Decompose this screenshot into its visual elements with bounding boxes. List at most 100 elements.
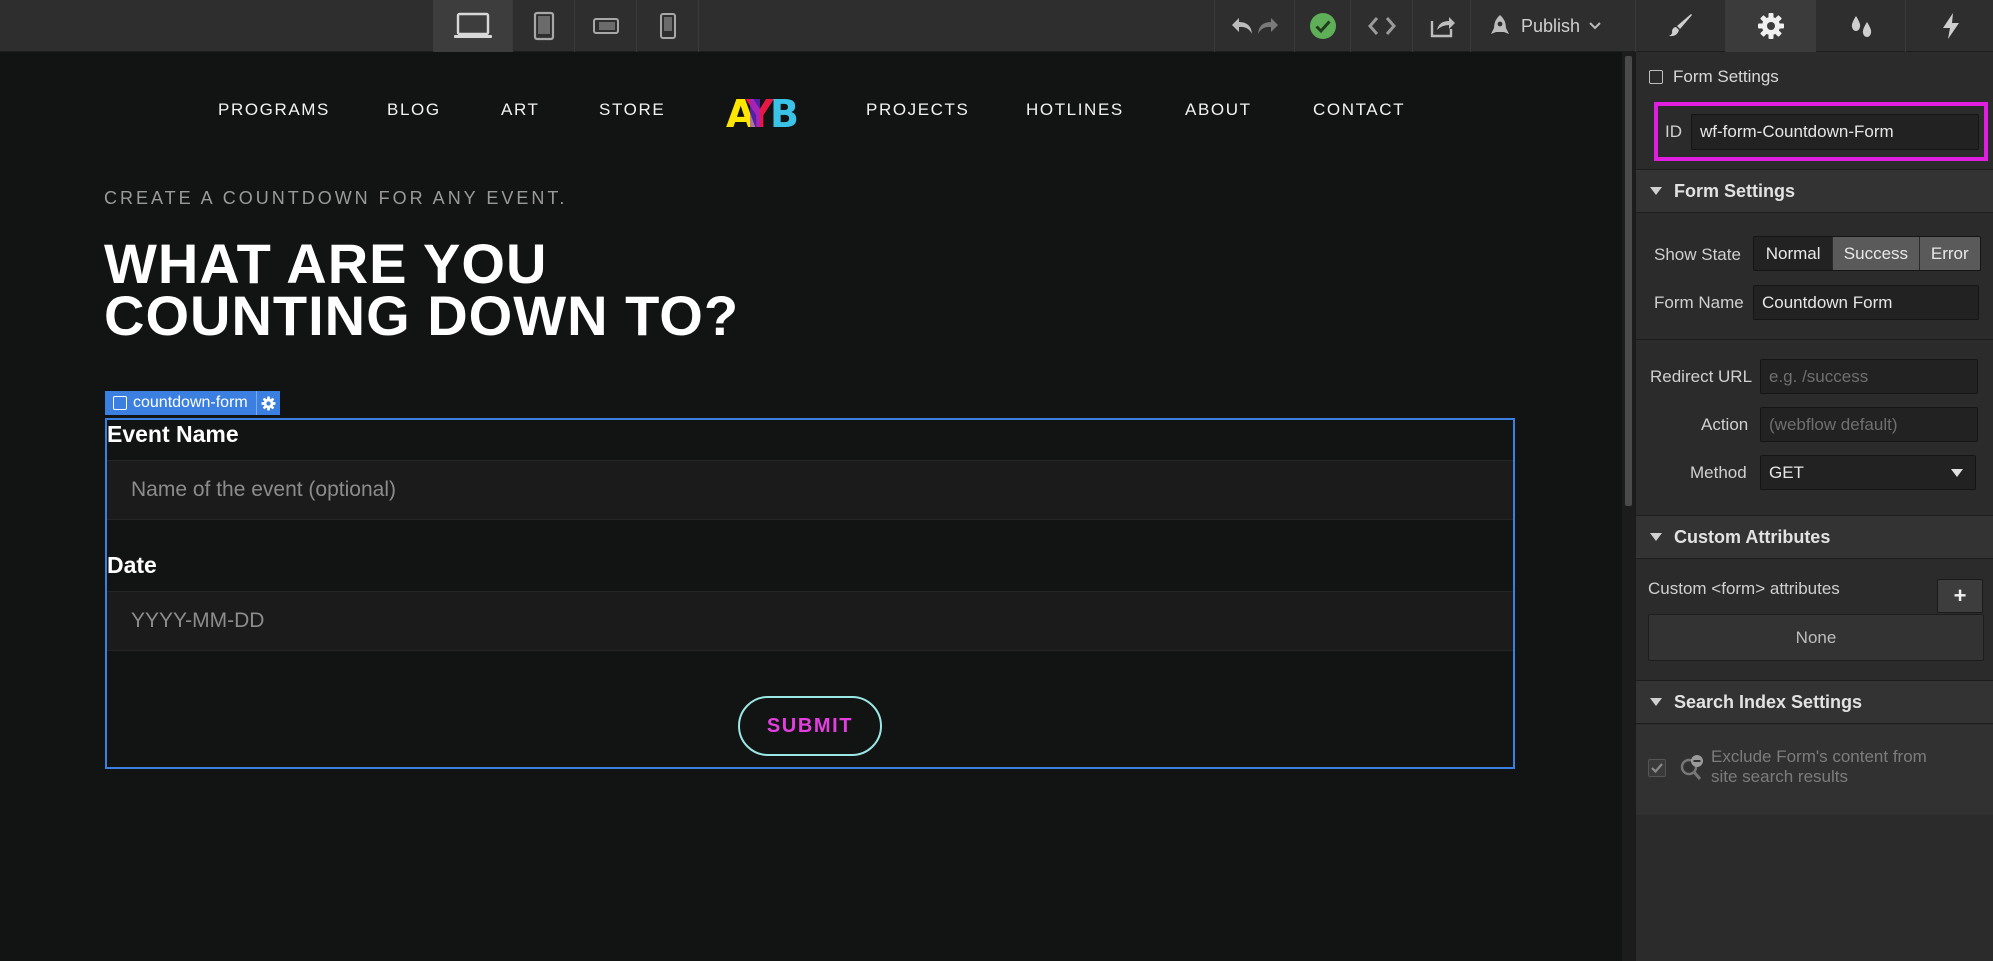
date-label: Date: [107, 552, 157, 578]
check-icon: [1651, 763, 1663, 774]
nav-link-art[interactable]: ART: [501, 100, 540, 120]
selected-element-tag[interactable]: countdown-form: [105, 391, 280, 415]
gear-icon: [1757, 13, 1784, 39]
method-select[interactable]: GET: [1760, 455, 1976, 490]
state-success-button[interactable]: Success: [1832, 237, 1919, 270]
panel-element-header: Form Settings: [1649, 67, 1779, 87]
design-canvas[interactable]: PROGRAMS BLOG ART STORE A Y B PROJECTS H…: [0, 52, 1622, 961]
id-input[interactable]: wf-form-Countdown-Form: [1691, 114, 1979, 150]
exclude-search-line2: site search results: [1711, 767, 1848, 786]
search-exclude-icon: [1680, 755, 1703, 780]
exclude-search-checkbox[interactable]: [1648, 759, 1666, 777]
page-headline: WHAT ARE YOU COUNTING DOWN TO?: [104, 232, 740, 347]
mobile-portrait-view-button[interactable]: [637, 0, 699, 52]
canvas-scrollbar[interactable]: [1622, 52, 1635, 961]
date-input[interactable]: YYYY-MM-DD: [107, 591, 1513, 651]
caret-down-icon: [1951, 468, 1963, 477]
undo-icon[interactable]: [1229, 15, 1255, 37]
countdown-form[interactable]: Event Name Name of the event (optional) …: [105, 418, 1515, 769]
code-button[interactable]: [1350, 0, 1412, 52]
site-nav: PROGRAMS BLOG ART STORE A Y B PROJECTS H…: [0, 90, 1622, 136]
action-input[interactable]: (webflow default): [1760, 407, 1978, 442]
export-button[interactable]: [1412, 0, 1470, 52]
id-label: ID: [1665, 122, 1682, 141]
attributes-list-empty: None: [1648, 614, 1984, 661]
search-index-section-header[interactable]: Search Index Settings: [1636, 680, 1993, 724]
gear-icon: [261, 396, 276, 410]
show-state-toggle: Normal Success Error: [1753, 236, 1981, 271]
form-tag-label: countdown-form: [133, 394, 248, 411]
mobile-landscape-view-button[interactable]: [575, 0, 637, 52]
top-toolbar: Publish: [0, 0, 1993, 52]
panel-tabs: [1635, 0, 1993, 52]
form-name-label: Form Name: [1654, 293, 1744, 312]
chevron-down-icon: [1589, 22, 1601, 30]
logo-glyph-b: B: [770, 92, 799, 133]
caret-down-icon: [1650, 187, 1662, 195]
tab-interactions[interactable]: [1905, 0, 1993, 52]
rocket-icon: [1491, 15, 1509, 34]
custom-attributes-section-title: Custom Attributes: [1674, 526, 1831, 547]
form-element-icon: [113, 396, 127, 410]
desktop-icon: [453, 12, 492, 38]
nav-link-blog[interactable]: BLOG: [387, 100, 441, 120]
method-value: GET: [1769, 462, 1804, 482]
exclude-search-line1: Exclude Form's content from: [1711, 747, 1927, 766]
exclude-search-text: Exclude Form's content from site search …: [1711, 747, 1927, 787]
form-element-icon: [1649, 70, 1663, 84]
custom-attributes-section-header[interactable]: Custom Attributes: [1636, 515, 1993, 559]
form-name-input[interactable]: Countdown Form: [1753, 285, 1979, 320]
panel-element-title: Form Settings: [1673, 67, 1779, 86]
export-icon: [1430, 17, 1455, 38]
event-name-input[interactable]: Name of the event (optional): [107, 460, 1513, 520]
site-logo[interactable]: A Y B: [724, 91, 808, 138]
mobile-landscape-icon: [592, 18, 619, 34]
publish-button[interactable]: Publish: [1470, 0, 1618, 52]
add-attribute-button[interactable]: +: [1937, 579, 1983, 613]
form-tag-label-wrap: countdown-form: [105, 391, 256, 415]
nav-link-about[interactable]: ABOUT: [1185, 100, 1252, 120]
submit-button[interactable]: SUBMIT: [738, 696, 882, 756]
nav-link-store[interactable]: STORE: [599, 100, 665, 120]
mobile-portrait-icon: [659, 13, 676, 39]
search-index-section-title: Search Index Settings: [1674, 691, 1863, 712]
publish-label: Publish: [1521, 15, 1581, 36]
show-state-label: Show State: [1654, 245, 1741, 264]
canvas-scroll-thumb[interactable]: [1625, 56, 1632, 506]
tablet-view-button[interactable]: [513, 0, 575, 52]
caret-down-icon: [1650, 533, 1662, 541]
toolbar-actions: Publish: [1214, 0, 1618, 52]
event-name-label: Event Name: [107, 421, 239, 447]
divider: [1636, 339, 1993, 340]
drops-icon: [1851, 16, 1871, 37]
tab-style-manager[interactable]: [1815, 0, 1905, 52]
eyebrow-text: CREATE A COUNTDOWN FOR ANY EVENT.: [104, 188, 568, 208]
code-icon: [1367, 17, 1396, 35]
custom-attributes-label: Custom <form> attributes: [1648, 579, 1840, 598]
form-settings-section-header[interactable]: Form Settings: [1636, 169, 1993, 213]
brush-icon: [1668, 14, 1692, 37]
method-label: Method: [1690, 463, 1747, 482]
nav-link-projects[interactable]: PROJECTS: [866, 100, 969, 120]
tablet-icon: [533, 11, 554, 41]
state-normal-button[interactable]: Normal: [1754, 237, 1833, 270]
nav-link-programs[interactable]: PROGRAMS: [218, 100, 330, 120]
tab-style[interactable]: [1635, 0, 1725, 52]
device-switcher: [433, 0, 699, 52]
settings-panel: Form Settings ID wf-form-Countdown-Form …: [1635, 52, 1993, 961]
undo-redo-group: [1214, 0, 1294, 52]
desktop-view-button[interactable]: [433, 0, 513, 52]
form-tag-settings-button[interactable]: [255, 391, 280, 415]
redirect-url-label: Redirect URL: [1650, 367, 1753, 386]
status-button[interactable]: [1294, 0, 1350, 52]
check-circle-icon: [1309, 13, 1336, 39]
nav-link-hotlines[interactable]: HOTLINES: [1026, 100, 1124, 120]
redirect-url-input[interactable]: e.g. /success: [1760, 359, 1978, 394]
lightning-icon: [1942, 13, 1959, 39]
form-settings-section-title: Form Settings: [1674, 180, 1796, 201]
state-error-button[interactable]: Error: [1918, 237, 1980, 270]
action-label: Action: [1701, 415, 1749, 434]
redo-icon[interactable]: [1255, 15, 1281, 37]
tab-settings[interactable]: [1725, 0, 1815, 52]
nav-link-contact[interactable]: CONTACT: [1313, 100, 1405, 120]
